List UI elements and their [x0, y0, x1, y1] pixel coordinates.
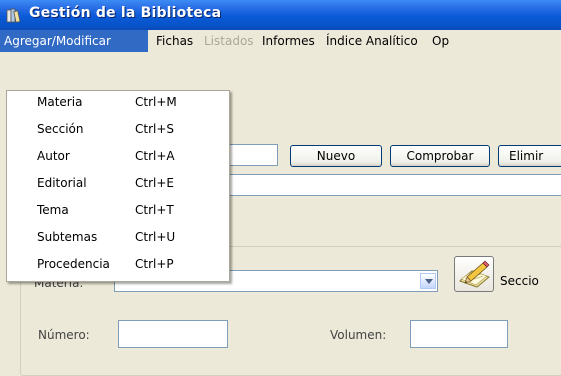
menu-fichas[interactable]: Fichas: [152, 30, 197, 52]
code-field[interactable]: [222, 144, 278, 166]
nuevo-button[interactable]: Nuevo: [290, 145, 382, 167]
dropdown-item-subtemas[interactable]: Subtemas Ctrl+U: [7, 226, 229, 248]
dropdown-item-procedencia[interactable]: Procedencia Ctrl+P: [7, 253, 229, 275]
dropdown-item-tema[interactable]: Tema Ctrl+T: [7, 199, 229, 221]
pencil-paper-icon: [459, 260, 490, 288]
title-bar[interactable]: Gestión de la Biblioteca: [0, 0, 561, 30]
menu-indice-analitico[interactable]: Índice Analítico: [322, 30, 422, 52]
volumen-input[interactable]: [410, 320, 508, 348]
menu-informes[interactable]: Informes: [258, 30, 319, 52]
eliminar-button[interactable]: Elimir: [498, 145, 561, 167]
comprobar-button[interactable]: Comprobar: [390, 145, 490, 167]
numero-input[interactable]: [118, 320, 228, 348]
menu-opciones[interactable]: Op: [428, 30, 453, 52]
books-icon: [6, 8, 21, 23]
chevron-down-icon[interactable]: [420, 273, 436, 289]
dropdown-item-editorial[interactable]: Editorial Ctrl+E: [7, 172, 229, 194]
dropdown-item-seccion[interactable]: Sección Ctrl+S: [7, 118, 229, 140]
menu-bar: Agregar/Modificar Fichas Listados Inform…: [0, 30, 561, 52]
window-title: Gestión de la Biblioteca: [29, 5, 222, 21]
title-field[interactable]: [222, 174, 561, 196]
edit-materia-button[interactable]: [454, 256, 494, 292]
menu-agregar-modificar[interactable]: Agregar/Modificar: [0, 30, 148, 52]
volumen-label: Volumen:: [330, 328, 387, 342]
numero-label: Número:: [38, 328, 90, 342]
agregar-modificar-dropdown: Materia Ctrl+M Sección Ctrl+S Autor Ctrl…: [6, 90, 230, 282]
dropdown-item-materia[interactable]: Materia Ctrl+M: [7, 91, 229, 113]
dropdown-item-autor[interactable]: Autor Ctrl+A: [7, 145, 229, 167]
menu-listados[interactable]: Listados: [200, 30, 258, 52]
seccion-label: Seccio: [500, 274, 539, 288]
